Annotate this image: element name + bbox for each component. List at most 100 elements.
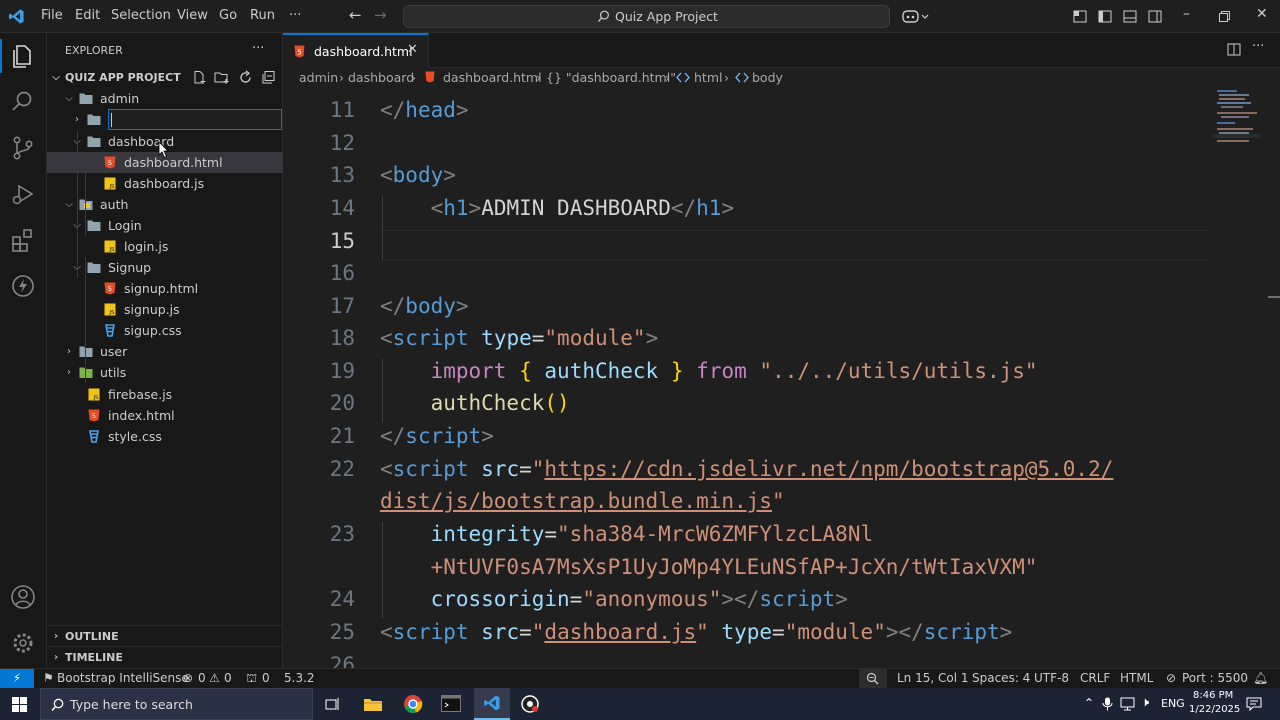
close-window-button[interactable]: ✕	[1256, 6, 1268, 22]
refresh-icon[interactable]	[238, 70, 253, 85]
tree-item[interactable]: JS signup.js	[47, 299, 283, 320]
menu-file[interactable]: File	[41, 8, 63, 23]
line-ending[interactable]: CRLF	[1080, 669, 1110, 688]
tree-item[interactable]: ⌵ auth	[47, 194, 283, 215]
settings-gear-icon[interactable]	[8, 628, 38, 658]
source-control-icon[interactable]	[8, 133, 38, 163]
windows-start-icon[interactable]	[12, 697, 27, 712]
extensions-icon[interactable]	[8, 225, 38, 255]
search-icon[interactable]	[8, 87, 38, 117]
chrome-icon[interactable]	[403, 694, 423, 714]
accounts-icon[interactable]	[8, 582, 38, 612]
menu-go[interactable]: Go	[219, 8, 237, 23]
outline-section[interactable]: › OUTLINE	[47, 625, 283, 646]
tree-item[interactable]: ⌵ admin	[47, 88, 283, 109]
taskbar-vscode[interactable]	[474, 688, 510, 720]
language-indicator[interactable]: ENG	[1161, 697, 1185, 710]
toggle-secondary-sidebar-icon[interactable]	[1148, 10, 1162, 23]
minimap[interactable]	[1213, 88, 1280, 668]
explorer-more-button[interactable]: ···	[252, 41, 264, 56]
new-folder-icon[interactable]	[214, 70, 230, 85]
volume-muted-icon[interactable]: 🕨︎	[1141, 695, 1149, 710]
breadcrumb-file[interactable]: dashboard.html	[443, 70, 542, 85]
microphone-icon[interactable]	[1102, 697, 1113, 711]
code-editor[interactable]: 11 12 13 14 15 16 17 18 19 20 21 22 23 24 25 26 </head>…	[283, 92, 1213, 668]
chevron-right-icon: ›	[53, 652, 59, 663]
timeline-section[interactable]: › TIMELINE	[47, 646, 283, 667]
clock-time[interactable]: 8:46 PM	[1193, 690, 1233, 701]
tree-item[interactable]: JS dashboard.js	[47, 173, 283, 194]
toggle-primary-sidebar-icon[interactable]	[1098, 10, 1112, 23]
network-icon[interactable]	[1120, 697, 1136, 711]
breadcrumb-dashboard[interactable]: dashboard	[348, 70, 414, 85]
language-mode[interactable]: HTML	[1120, 669, 1153, 688]
explorer-icon[interactable]	[8, 41, 38, 71]
thunder-client-icon[interactable]	[8, 271, 38, 301]
tree-item[interactable]: ⌵Signup	[47, 257, 283, 278]
obs-recorder-icon[interactable]	[520, 694, 540, 714]
error-count[interactable]: 0	[198, 669, 206, 688]
command-center-search[interactable]: Quiz App Project	[403, 5, 890, 28]
menu-more[interactable]: ···	[289, 8, 301, 23]
svg-text:5: 5	[108, 159, 112, 167]
toggle-panel-icon[interactable]	[1123, 10, 1137, 23]
zoom-button[interactable]	[859, 669, 887, 688]
split-editor-icon[interactable]	[1227, 43, 1241, 56]
cursor-position[interactable]: Ln 15, Col 1	[897, 669, 969, 688]
code-line: </script>	[380, 424, 494, 448]
tree-item[interactable]: 5 signup.html	[47, 278, 283, 299]
forward-arrow-icon[interactable]: →	[374, 6, 387, 24]
menu-run[interactable]: Run	[250, 8, 275, 23]
close-tab-icon[interactable]: ✕	[407, 42, 418, 57]
project-header[interactable]: ⌵ QUIZ APP PROJECT	[47, 67, 283, 88]
collapse-all-icon[interactable]	[261, 70, 276, 85]
breadcrumb-html[interactable]: html	[694, 70, 722, 85]
clock-date[interactable]: 1/22/2025	[1189, 704, 1240, 715]
menu-selection[interactable]: Selection	[111, 8, 171, 23]
tree-item[interactable]: ›	[47, 109, 283, 130]
notifications-bell-icon[interactable]: 🔔︎	[1253, 669, 1268, 688]
tree-item[interactable]: style.css	[47, 426, 283, 447]
show-hidden-icons[interactable]: ⌃	[1084, 696, 1094, 710]
breadcrumb-document[interactable]: {} "dashboard.html"	[546, 70, 676, 85]
terminal-icon[interactable]	[441, 695, 461, 712]
version-label[interactable]: 5.3.2	[284, 669, 315, 688]
more-actions-button[interactable]: ···	[1252, 39, 1264, 54]
rename-input[interactable]	[108, 109, 282, 130]
tree-item[interactable]: › utils	[47, 362, 283, 383]
indentation[interactable]: Spaces: 4	[972, 669, 1030, 688]
new-file-icon[interactable]	[192, 70, 207, 85]
remote-indicator[interactable]: ⚡	[0, 669, 34, 688]
warning-count[interactable]: 0	[224, 669, 232, 688]
vscode-logo-icon[interactable]	[8, 8, 25, 25]
taskbar-search-box[interactable]: Type here to search	[40, 688, 313, 720]
js-file-icon: JS	[104, 303, 116, 316]
tree-item[interactable]: sigup.css	[47, 320, 283, 341]
folder-icon	[79, 93, 93, 104]
breadcrumb-body[interactable]: body	[752, 70, 783, 85]
live-server-port[interactable]: Port : 5500	[1182, 669, 1248, 688]
warning-icon: ⚠	[209, 671, 220, 685]
run-debug-icon[interactable]	[8, 179, 38, 209]
customize-layout-icon[interactable]	[1073, 10, 1087, 23]
copilot-icon[interactable]	[902, 9, 930, 24]
ports-count[interactable]: 0	[262, 669, 270, 688]
breadcrumb-admin[interactable]: admin	[299, 70, 338, 85]
back-arrow-icon[interactable]: ←	[349, 6, 362, 24]
tab-dashboard-html[interactable]: 5 dashboard.html ✕	[283, 33, 429, 68]
tree-item[interactable]: JS login.js	[47, 236, 283, 257]
tree-item[interactable]: › user	[47, 341, 283, 362]
tree-item[interactable]: 5 index.html	[47, 405, 283, 426]
menu-view[interactable]: View	[177, 8, 208, 23]
encoding[interactable]: UTF-8	[1034, 669, 1069, 688]
tree-item[interactable]: ⌵Login	[47, 215, 283, 236]
menu-edit[interactable]: Edit	[75, 8, 100, 23]
bootstrap-intellisense[interactable]: Bootstrap IntelliSense	[57, 669, 189, 688]
tree-item[interactable]: JS firebase.js	[47, 384, 283, 405]
minimize-button[interactable]: –	[1183, 6, 1190, 22]
css-file-icon	[105, 324, 115, 337]
notification-center-icon[interactable]	[1246, 697, 1262, 711]
task-view-icon[interactable]	[325, 697, 341, 711]
file-explorer-icon[interactable]	[363, 696, 383, 712]
restore-button[interactable]	[1219, 11, 1230, 22]
